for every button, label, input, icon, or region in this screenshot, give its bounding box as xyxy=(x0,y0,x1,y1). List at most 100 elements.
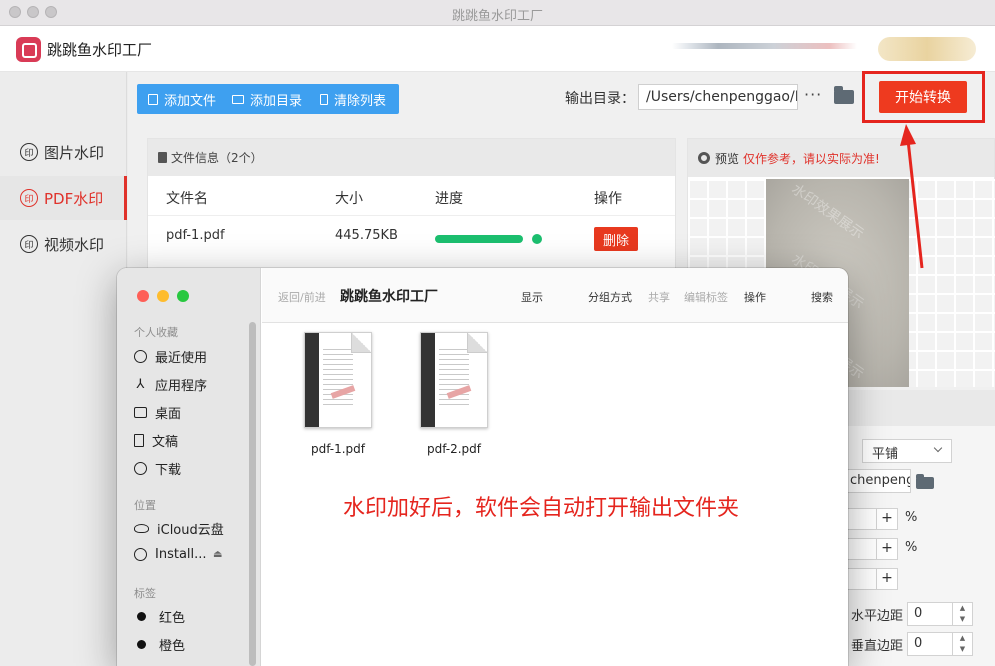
folder-icon[interactable] xyxy=(916,474,934,489)
minimize-window-button[interactable] xyxy=(157,290,169,302)
share-button[interactable]: 共享 xyxy=(648,289,670,305)
column-filename: 文件名 xyxy=(166,191,208,207)
sidebar-item-label: iCloud云盘 xyxy=(157,523,224,538)
stepper-arrows-icon[interactable]: ▲ ▼ xyxy=(952,603,972,625)
sidebar-item-applications[interactable]: ⅄ 应用程序 xyxy=(134,375,208,394)
sidebar-item-label: 下载 xyxy=(155,463,182,478)
clear-list-button[interactable]: 清除列表 xyxy=(320,90,386,109)
file-item-pdf-1[interactable]: pdf-1.pdf xyxy=(293,332,383,456)
document-icon xyxy=(134,434,144,447)
increment-button[interactable]: + xyxy=(876,568,898,590)
sidebar-item-documents[interactable]: 文稿 xyxy=(134,431,178,450)
number-input[interactable] xyxy=(847,508,877,530)
sidebar-item-label: Install... xyxy=(155,547,207,562)
finder-window: 个人收藏 最近使用 ⅄ 应用程序 桌面 文稿 下载 位置 iCloud云盘 In xyxy=(117,268,848,666)
chevron-down-icon xyxy=(933,443,943,453)
output-dir-label: 输出目录： xyxy=(565,91,635,107)
app-name: 跳跳鱼水印工厂 xyxy=(47,41,153,59)
percent-label: % xyxy=(905,540,918,555)
layout-select[interactable]: 平铺 xyxy=(862,439,952,463)
v-margin-label: 垂直边距 xyxy=(851,639,904,654)
sidebar-item-tag-orange[interactable]: 橙色 xyxy=(134,635,185,654)
increment-button[interactable]: + xyxy=(876,538,898,560)
app-logo xyxy=(16,37,41,62)
sidebar-item-label: 视频水印 xyxy=(44,235,105,254)
sidebar-item-tag-red[interactable]: 红色 xyxy=(134,607,185,626)
delete-button[interactable]: 删除 xyxy=(594,227,638,251)
file-size: 445.75KB xyxy=(335,228,398,243)
folder-icon xyxy=(232,94,245,104)
add-directory-button[interactable]: 添加目录 xyxy=(232,90,302,109)
group-by-button[interactable]: 分组方式 xyxy=(588,289,632,305)
file-name: pdf-1.pdf xyxy=(310,442,366,456)
stepper-arrows-icon[interactable]: ▲ ▼ xyxy=(952,633,972,655)
zoom-window-button[interactable] xyxy=(177,290,189,302)
tag-dot-icon xyxy=(137,612,146,621)
stamp-icon: 印 xyxy=(20,189,38,207)
increment-button[interactable]: + xyxy=(876,508,898,530)
column-size: 大小 xyxy=(335,191,363,207)
sidebar-item-label: 桌面 xyxy=(155,407,182,422)
account-info-blurred[interactable] xyxy=(672,43,857,49)
watermark-text: 水印效果展示 xyxy=(788,181,867,243)
sidebar-item-pdf-watermark[interactable]: 印 PDF水印 xyxy=(0,176,127,220)
open-folder-icon[interactable] xyxy=(834,86,854,104)
view-button[interactable]: 显示 xyxy=(521,289,543,305)
h-margin-value: 0 xyxy=(914,606,923,621)
file-name: pdf-1.pdf xyxy=(166,228,225,243)
v-margin-input[interactable]: 0 ▲ ▼ xyxy=(907,632,973,656)
window-titlebar: 跳跳鱼水印工厂 xyxy=(0,0,995,26)
column-progress: 进度 xyxy=(435,191,463,207)
add-file-button[interactable]: 添加文件 xyxy=(148,90,216,109)
eject-icon[interactable]: ⏏ xyxy=(213,549,222,560)
finder-folder-title: 跳跳鱼水印工厂 xyxy=(340,289,438,305)
watermark-path-input[interactable]: chenpengga xyxy=(847,469,911,493)
gear-icon xyxy=(698,152,710,164)
progress-fill xyxy=(435,235,523,243)
sidebar-scrollbar[interactable] xyxy=(249,322,256,666)
stamp-icon: 印 xyxy=(20,143,38,161)
pdf-thumbnail xyxy=(420,332,488,428)
sidebar-item-icloud[interactable]: iCloud云盘 xyxy=(134,519,224,538)
window-title: 跳跳鱼水印工厂 xyxy=(451,9,543,24)
finder-sidebar: 个人收藏 最近使用 ⅄ 应用程序 桌面 文稿 下载 位置 iCloud云盘 In xyxy=(117,268,261,666)
vip-badge-blurred[interactable] xyxy=(878,37,976,61)
h-margin-label: 水平边距 xyxy=(851,609,904,624)
start-convert-button[interactable]: 开始转换 xyxy=(879,81,967,113)
column-action: 操作 xyxy=(594,191,622,207)
h-margin-input[interactable]: 0 ▲ ▼ xyxy=(907,602,973,626)
preview-title: 预览 xyxy=(715,151,740,166)
edit-tags-button[interactable]: 编辑标签 xyxy=(684,289,728,305)
disk-icon xyxy=(134,548,147,561)
applications-icon: ⅄ xyxy=(136,377,145,392)
tags-section-label: 标签 xyxy=(134,587,156,600)
sidebar-item-video-watermark[interactable]: 印 视频水印 xyxy=(0,222,127,266)
sidebar-item-downloads[interactable]: 下载 xyxy=(134,459,181,478)
preview-note: 仅作参考，请以实际为准! xyxy=(743,151,880,166)
action-button[interactable]: 操作 xyxy=(744,289,766,305)
search-button[interactable]: 搜索 xyxy=(811,289,833,305)
sidebar-item-label: 最近使用 xyxy=(155,351,208,366)
number-input[interactable] xyxy=(847,568,877,590)
sidebar-item-label: PDF水印 xyxy=(44,189,104,208)
close-window-button[interactable] xyxy=(137,290,149,302)
check-icon xyxy=(532,234,542,244)
output-dir-input[interactable]: /Users/chenpenggao/D xyxy=(638,84,798,110)
add-directory-label: 添加目录 xyxy=(250,93,303,109)
file-item-pdf-2[interactable]: pdf-2.pdf xyxy=(409,332,499,456)
file-icon xyxy=(148,93,158,105)
number-input[interactable] xyxy=(847,538,877,560)
file-info-header: 文件信息（2个） xyxy=(148,139,675,176)
sidebar-item-desktop[interactable]: 桌面 xyxy=(134,403,181,422)
file-name: pdf-2.pdf xyxy=(426,442,482,456)
sidebar-item-recents[interactable]: 最近使用 xyxy=(134,347,207,366)
favorites-section-label: 个人收藏 xyxy=(134,326,178,339)
back-forward-button[interactable]: 返回/前进 xyxy=(278,289,326,305)
more-options-button[interactable]: ··· xyxy=(804,85,822,104)
table-row[interactable]: pdf-1.pdf 445.75KB 删除 xyxy=(148,216,675,261)
sidebar-item-image-watermark[interactable]: 印 图片水印 xyxy=(0,130,127,174)
layout-select-value: 平铺 xyxy=(872,447,899,462)
sidebar-item-install-disk[interactable]: Install... xyxy=(134,547,207,562)
add-file-label: 添加文件 xyxy=(164,93,217,109)
sidebar-item-label: 图片水印 xyxy=(44,143,105,162)
